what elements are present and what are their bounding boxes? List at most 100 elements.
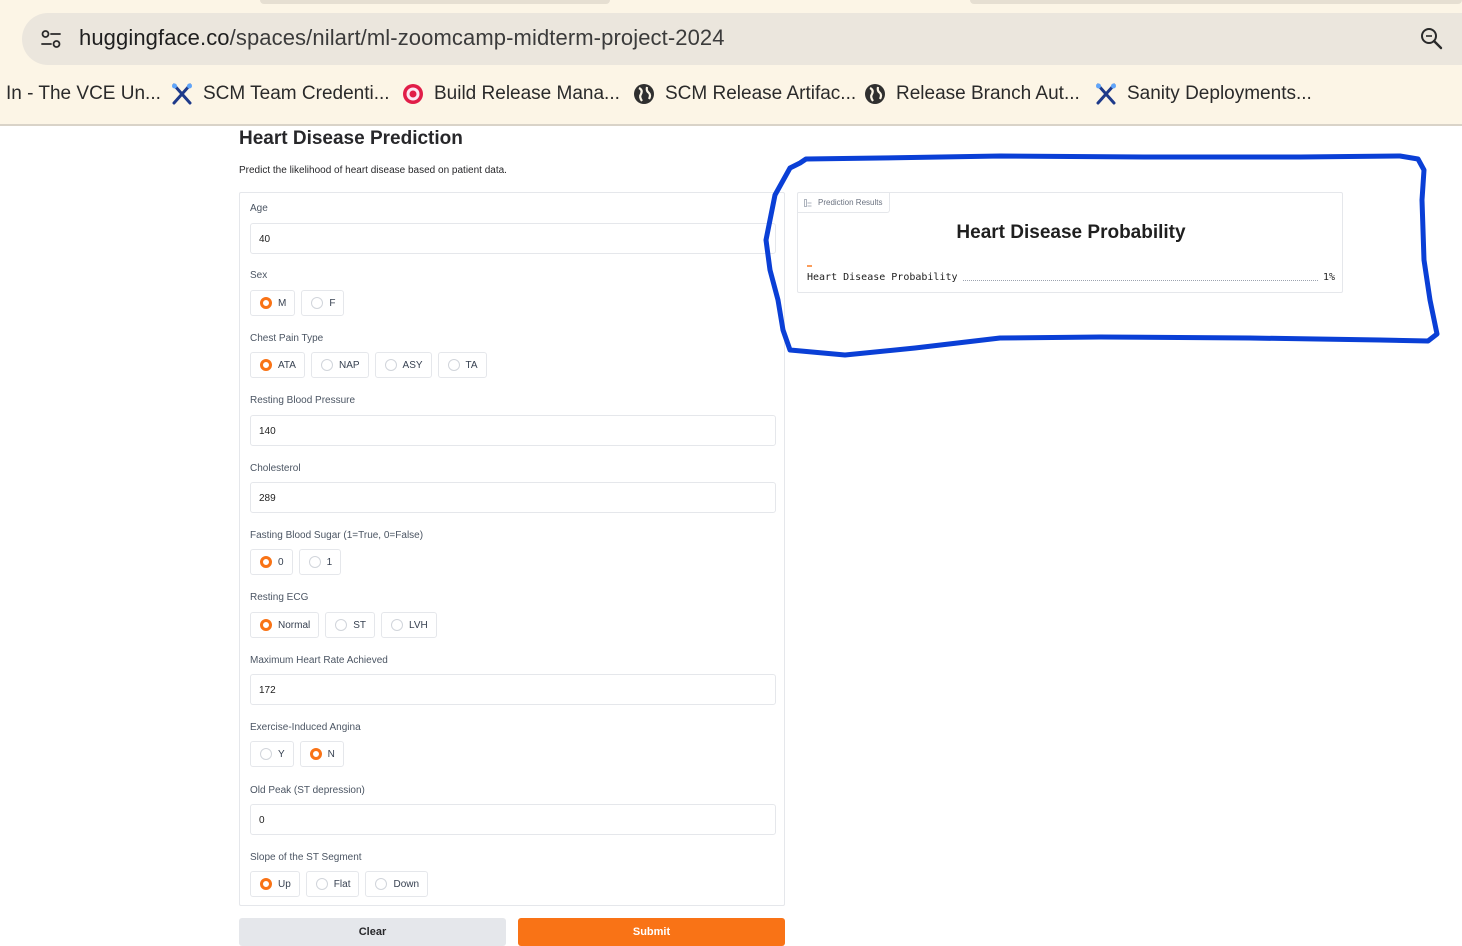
site-settings-icon[interactable] — [36, 24, 66, 54]
resting-bp-label: Resting Blood Pressure — [250, 395, 356, 406]
st-slope-option-flat[interactable]: Flat — [305, 871, 360, 897]
radio-unselected-icon — [375, 878, 388, 890]
url-path: /spaces/nilart/ml-zoomcamp-midterm-proje… — [229, 25, 725, 50]
chest-pain-option-nap[interactable]: NAP — [310, 352, 369, 378]
cholesterol-label: Cholesterol — [250, 463, 301, 474]
crossed-tools-icon — [1094, 82, 1118, 106]
chest-pain-option-ata[interactable]: ATA — [250, 352, 305, 378]
exercise-angina-radio-group: Y N — [250, 741, 344, 767]
crossed-tools-icon — [170, 82, 194, 106]
radio-unselected-icon — [384, 359, 397, 371]
bookmarks-bar: In - The VCE Un... SCM Team Credenti... — [0, 70, 1462, 118]
option-label: NAP — [338, 359, 360, 371]
probability-bar — [807, 265, 812, 267]
resting-ecg-option-normal[interactable]: Normal — [250, 612, 320, 638]
probability-row: Heart Disease Probability 1% — [807, 270, 1335, 284]
bookmark-item[interactable]: SCM Release Artifac... — [632, 80, 856, 108]
oldpeak-input[interactable]: 0 — [250, 804, 776, 835]
resting-ecg-label: Resting ECG — [250, 592, 309, 603]
dot-leader — [962, 279, 1318, 281]
chest-pain-label: Chest Pain Type — [250, 333, 324, 344]
radio-selected-icon — [260, 359, 272, 371]
sex-option-m[interactable]: M — [250, 290, 296, 316]
max-hr-input[interactable]: 172 — [250, 674, 776, 705]
radio-selected-icon — [260, 297, 272, 309]
prediction-results-panel: Prediction Results Heart Disease Probabi… — [797, 192, 1343, 293]
resting-ecg-radio-group: Normal ST LVH — [250, 612, 437, 638]
chrome-divider — [0, 124, 1462, 126]
age-label: Age — [250, 203, 268, 214]
bookmark-item[interactable]: In - The VCE Un... — [6, 80, 161, 108]
st-slope-option-down[interactable]: Down — [365, 871, 429, 897]
bookmark-label: In - The VCE Un... — [6, 83, 161, 104]
option-label: 1 — [326, 556, 333, 568]
exercise-angina-option-y[interactable]: Y — [250, 741, 294, 767]
option-label: ASY — [402, 359, 423, 371]
exercise-angina-label: Exercise-Induced Angina — [250, 722, 361, 733]
bookmark-item[interactable]: SCM Team Credenti... — [170, 80, 390, 108]
option-label: Up — [278, 878, 291, 890]
chest-pain-radio-group: ATA NAP ASY TA — [250, 352, 487, 378]
st-slope-radio-group: Up Flat Down — [250, 871, 429, 897]
sex-label: Sex — [250, 270, 268, 281]
age-input[interactable]: 40 — [250, 223, 776, 254]
radio-selected-icon — [309, 748, 322, 760]
st-slope-label: Slope of the ST Segment — [250, 852, 362, 863]
option-label: 0 — [278, 556, 284, 568]
bookmark-label: SCM Release Artifac... — [665, 83, 857, 104]
st-slope-option-up[interactable]: Up — [250, 871, 300, 897]
bookmark-label: Release Branch Aut... — [896, 83, 1080, 104]
address-bar[interactable]: huggingface.co/spaces/nilart/ml-zoomcamp… — [22, 13, 1462, 65]
bookmark-item[interactable]: Sanity Deployments... — [1094, 80, 1312, 108]
label-icon — [804, 198, 812, 207]
radio-unselected-icon — [320, 359, 333, 371]
chest-pain-option-ta[interactable]: TA — [437, 352, 487, 378]
resting-ecg-option-st[interactable]: ST — [325, 612, 376, 638]
tab-strip — [0, 0, 1462, 12]
option-label: Y — [278, 748, 285, 760]
tab[interactable] — [260, 0, 610, 4]
max-hr-label: Maximum Heart Rate Achieved — [250, 655, 388, 666]
cholesterol-input[interactable]: 289 — [250, 482, 776, 513]
resting-ecg-option-lvh[interactable]: LVH — [381, 612, 437, 638]
bookmark-label: Build Release Mana... — [434, 83, 620, 104]
bookmark-item[interactable]: Release Branch Aut... — [863, 80, 1080, 108]
bookmark-label: Sanity Deployments... — [1127, 83, 1312, 104]
fasting-bs-option-1[interactable]: 1 — [298, 549, 342, 575]
url-text[interactable]: huggingface.co/spaces/nilart/ml-zoomcamp… — [79, 25, 725, 51]
url-host: huggingface.co — [79, 25, 230, 50]
submit-button[interactable]: Submit — [518, 918, 785, 946]
sex-option-f[interactable]: F — [301, 290, 345, 316]
zoom-icon[interactable] — [1418, 25, 1446, 53]
radio-unselected-icon — [335, 619, 348, 631]
browser-chrome: huggingface.co/spaces/nilart/ml-zoomcamp… — [0, 0, 1462, 126]
fasting-bs-radio-group: 0 1 — [250, 549, 342, 575]
exercise-angina-option-n[interactable]: N — [299, 741, 344, 767]
globe-icon — [863, 82, 887, 106]
bookmark-item[interactable]: Build Release Mana... — [401, 80, 620, 108]
resting-bp-input[interactable]: 140 — [250, 415, 776, 446]
fasting-bs-label: Fasting Blood Sugar (1=True, 0=False) — [250, 530, 424, 541]
radio-unselected-icon — [447, 359, 460, 371]
radio-unselected-icon — [391, 619, 404, 631]
clear-button[interactable]: Clear — [239, 918, 506, 946]
option-label: Down — [393, 878, 420, 890]
chest-pain-option-asy[interactable]: ASY — [374, 352, 432, 378]
option-label: M — [278, 297, 287, 309]
panel-label-text: Prediction Results — [818, 198, 883, 207]
input-form-panel: Age 40 Sex M F Chest Pain Type ATA NAP A… — [239, 192, 785, 906]
fasting-bs-option-0[interactable]: 0 — [250, 549, 293, 575]
panel-label: Prediction Results — [798, 193, 891, 213]
radio-unselected-icon — [311, 297, 324, 309]
radio-selected-icon — [260, 556, 272, 568]
option-label: Flat — [333, 878, 351, 890]
result-heading: Heart Disease Probability — [956, 222, 1186, 243]
bookmark-label: SCM Team Credenti... — [203, 83, 390, 104]
radio-selected-icon — [260, 878, 272, 890]
option-label: F — [329, 297, 336, 309]
option-label: Normal — [278, 619, 311, 631]
oldpeak-label: Old Peak (ST depression) — [250, 785, 365, 796]
option-label: LVH — [409, 619, 428, 631]
radio-unselected-icon — [315, 878, 328, 890]
tab[interactable] — [970, 0, 1462, 4]
